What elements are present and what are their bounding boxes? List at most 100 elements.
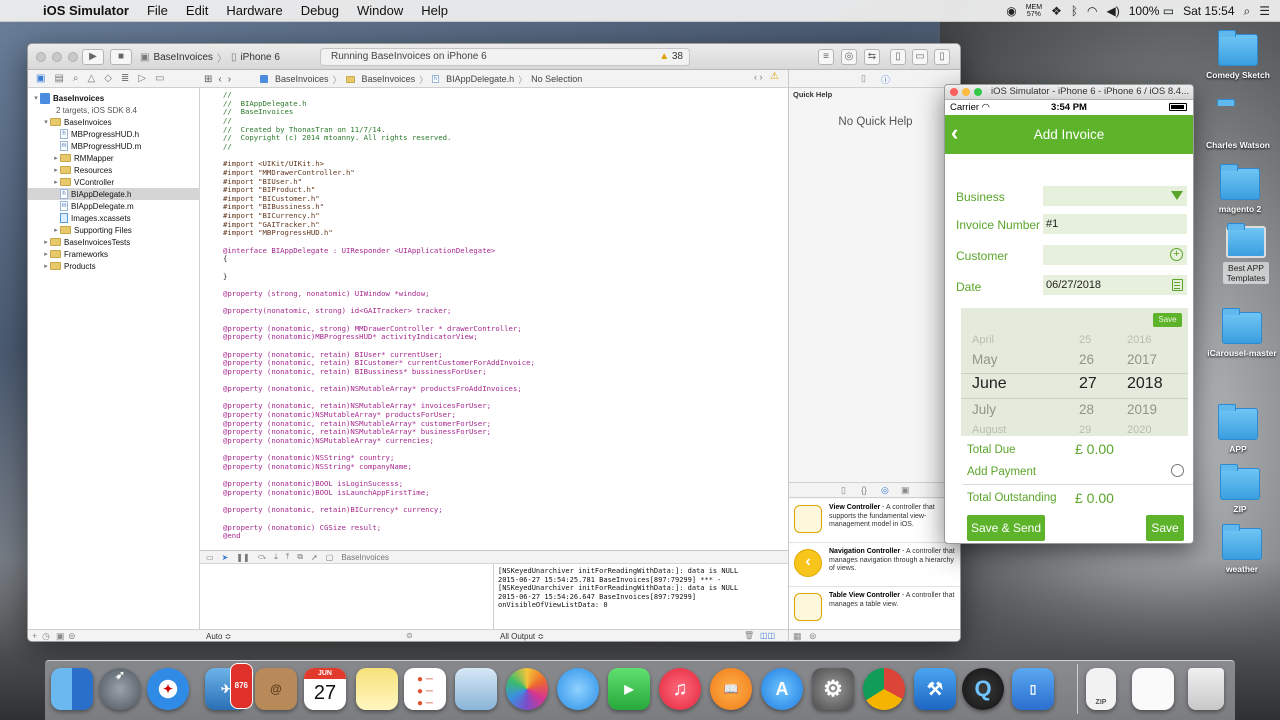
navigator-item[interactable]: ▸ Resources	[28, 164, 200, 176]
dropbox-icon[interactable]: ❖	[1051, 4, 1062, 18]
step-out-icon[interactable]: ⤒	[286, 552, 290, 562]
menu-file[interactable]: File	[138, 3, 177, 18]
variables-filter-icon[interactable]: ⊜	[406, 631, 413, 640]
trash-console-icon[interactable]: 🗑	[744, 631, 754, 640]
quick-help-icon[interactable]: ⓘ	[881, 73, 890, 86]
wifi-icon[interactable]: ◠	[1087, 4, 1097, 18]
breadcrumb-file[interactable]: BIAppDelegate.h	[446, 74, 514, 84]
library-item-table-view-controller[interactable]: Table View Controller - A controller tha…	[789, 587, 960, 631]
date-field[interactable]: 06/27/2018	[1043, 275, 1187, 295]
grid-view-icon[interactable]: ▦	[793, 631, 802, 641]
business-dropdown[interactable]	[1043, 186, 1187, 206]
disclosure-triangle-icon[interactable]: ▸	[52, 154, 60, 162]
desktop-folder-comedy-sketch[interactable]: Comedy Sketch	[1203, 30, 1273, 80]
library-item-view-controller[interactable]: View Controller - A controller that supp…	[789, 499, 960, 543]
breadcrumb-symbol[interactable]: No Selection	[531, 74, 582, 84]
customer-field[interactable]: +	[1043, 245, 1187, 265]
add-file-icon[interactable]: +	[32, 631, 37, 641]
launchpad-icon[interactable]: ➶	[99, 668, 141, 710]
navigator-item[interactable]: ▾ BaseInvoices	[28, 116, 200, 128]
system-monitor-icon[interactable]: ◉	[1006, 4, 1016, 18]
symbol-navigator-icon[interactable]: ▤	[54, 73, 63, 84]
preview-icon[interactable]	[455, 668, 497, 710]
breadcrumb-group[interactable]: BaseInvoices	[362, 74, 416, 84]
disclosure-triangle-icon[interactable]: ▸	[42, 238, 50, 246]
toggle-utilities-button[interactable]: ▯	[934, 49, 950, 65]
invoice-number-field[interactable]: #1	[1043, 214, 1187, 234]
desktop-folder-icarousel-master[interactable]: iCarousel-master	[1207, 308, 1277, 358]
navigator-item[interactable]: ▸ Supporting Files	[28, 224, 200, 236]
go-back-icon[interactable]: ‹	[218, 74, 221, 85]
issue-navigator-icon[interactable]: △	[88, 73, 96, 84]
picker-row[interactable]: August 29 2020	[961, 424, 1188, 436]
save-button[interactable]: Save	[1146, 515, 1184, 541]
mail-icon[interactable]: ✈ 876	[205, 663, 253, 710]
warnings-count[interactable]: ▲ 38	[659, 49, 683, 65]
memory-status[interactable]: MEM 57%	[1026, 4, 1042, 18]
sim-zoom-button[interactable]	[974, 88, 982, 96]
calendar-icon[interactable]: JUN 27	[304, 668, 346, 710]
standard-editor-button[interactable]: ≡	[818, 49, 834, 65]
ibooks-icon[interactable]: 📖	[710, 668, 752, 710]
itunes-icon[interactable]: ♫	[659, 668, 701, 710]
trash-icon[interactable]	[1188, 668, 1224, 710]
desktop-folder-best-app-templates[interactable]: Best APP Templates	[1211, 223, 1280, 284]
menu-hardware[interactable]: Hardware	[217, 3, 291, 18]
xcode-icon[interactable]: ⚒	[914, 668, 956, 710]
auto-variables-select[interactable]: Auto ≎	[206, 632, 231, 641]
location-icon[interactable]: ➚	[311, 553, 318, 562]
chrome-icon[interactable]	[863, 668, 905, 710]
source-editor[interactable]: //// BIAppDelegate.h// BaseInvoices//// …	[200, 88, 788, 550]
disclosure-triangle-icon[interactable]: ▾	[32, 94, 40, 102]
assistant-editor-button[interactable]: ◎	[841, 49, 857, 65]
navigator-item[interactable]: ▸ Frameworks	[28, 248, 200, 260]
messages-icon[interactable]	[557, 668, 599, 710]
minimize-window-button[interactable]	[52, 52, 62, 62]
breakpoints-toggle-icon[interactable]: ➤	[222, 553, 229, 562]
disclosure-triangle-icon[interactable]: ▸	[42, 250, 50, 258]
version-editor-button[interactable]: ⇆	[864, 49, 880, 65]
notification-center-icon[interactable]: ☰	[1259, 4, 1270, 18]
menu-debug[interactable]: Debug	[292, 3, 348, 18]
warning-icon[interactable]: ⚠	[770, 71, 779, 82]
photos-icon[interactable]	[506, 668, 548, 710]
picker-row[interactable]: May 26 2017	[961, 352, 1188, 372]
breadcrumb-project[interactable]: BaseInvoices	[275, 74, 329, 84]
filter-search-icon[interactable]: ⊜	[68, 631, 76, 641]
disclosure-triangle-icon[interactable]: ▾	[42, 118, 50, 126]
clock[interactable]: Sat 15:54	[1183, 4, 1234, 18]
desktop-folder-weather[interactable]: weather	[1207, 524, 1277, 574]
picker-row-selected[interactable]: June 27 2018	[961, 375, 1188, 395]
chrome-document-icon[interactable]	[1132, 668, 1174, 710]
file-inspector-icon[interactable]: ▯	[861, 73, 866, 84]
navigator-item[interactable]: ▸ RMMapper	[28, 152, 200, 164]
disclosure-triangle-icon[interactable]: ▸	[42, 262, 50, 270]
finder-icon[interactable]	[51, 668, 93, 710]
battery-status[interactable]: 100% ▭	[1129, 4, 1174, 18]
object-library-icon[interactable]: ◎	[881, 485, 889, 496]
add-payment-toggle[interactable]	[1171, 464, 1184, 477]
console-layout-icon[interactable]: ◫◫	[760, 631, 775, 640]
app-store-icon[interactable]: A	[761, 668, 803, 710]
disclosure-triangle-icon[interactable]: ▸	[52, 178, 60, 186]
related-items-icon[interactable]: ⊞	[204, 74, 212, 85]
picker-row[interactable]: July 28 2019	[961, 402, 1188, 422]
navigator-item[interactable]: h MBProgressHUD.h	[28, 128, 200, 140]
hide-debug-area-icon[interactable]: ▭	[206, 553, 214, 562]
counterparts-icon[interactable]: ‹ ›	[754, 72, 763, 82]
code-snippet-library-icon[interactable]: {}	[861, 485, 867, 495]
test-navigator-icon[interactable]: ◇	[104, 73, 112, 84]
library-item-navigation-controller[interactable]: ‹ Navigation Controller - A controller t…	[789, 543, 960, 587]
navigator-item[interactable]: ▸ VController	[28, 176, 200, 188]
safari-icon[interactable]: ✦	[147, 668, 189, 710]
all-output-select[interactable]: All Output ≎	[500, 632, 544, 641]
scheme-selector[interactable]: ▣ BaseInvoices 〉 ▯ iPhone 6	[140, 49, 280, 65]
library-search-icon[interactable]: ⊜	[809, 631, 817, 641]
save-and-send-button[interactable]: Save & Send	[967, 515, 1045, 541]
menu-edit[interactable]: Edit	[177, 3, 217, 18]
spotlight-search-icon[interactable]: ⌕	[1244, 4, 1251, 19]
go-forward-icon[interactable]: ›	[228, 74, 231, 85]
navigator-item[interactable]: h BIAppDelegate.h	[28, 188, 200, 200]
menu-help[interactable]: Help	[412, 3, 457, 18]
system-preferences-icon[interactable]: ⚙	[812, 668, 854, 710]
